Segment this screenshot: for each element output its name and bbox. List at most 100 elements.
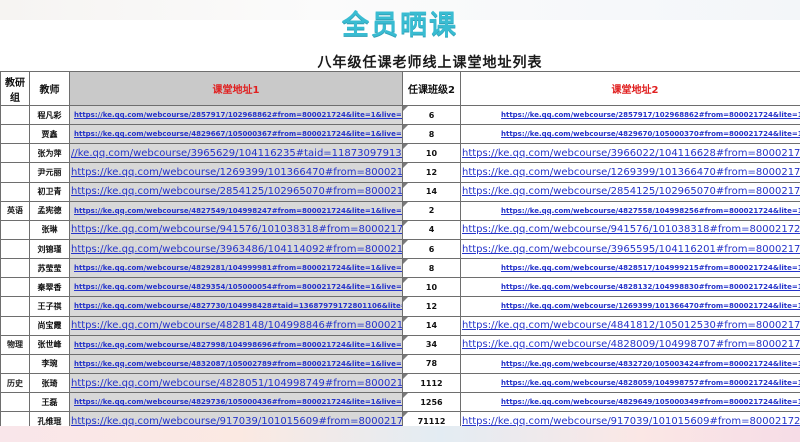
class-cell: 2 — [402, 200, 461, 221]
url2-cell: https://ke.qq.com/webcourse/3965595/1041… — [460, 238, 800, 260]
url2-cell: https://ke.qq.com/webcourse/4828059/1049… — [460, 372, 800, 394]
classroom-link-1[interactable]: https://ke.qq.com/webcourse/4829281/1049… — [71, 264, 402, 272]
group-cell — [0, 124, 30, 145]
comment-marker-icon — [403, 259, 408, 265]
url2-cell: https://ke.qq.com/webcourse/941576/10103… — [460, 219, 800, 240]
classroom-link-1[interactable]: https://ke.qq.com/webcourse/4829736/1050… — [71, 398, 402, 406]
classroom-link-2[interactable]: https://ke.qq.com/webcourse/4841812/1050… — [462, 320, 800, 331]
classroom-link-1[interactable]: https://ke.qq.com/webcourse/4827549/1049… — [71, 207, 402, 215]
sheet-title: 八年级任课老师线上课堂地址列表 — [317, 55, 543, 71]
teacher-cell: 王子祺 — [29, 296, 70, 317]
class-number: 1112 — [420, 378, 443, 388]
classroom-link-1[interactable]: https://ke.qq.com/webcourse/4827730/1049… — [71, 302, 402, 310]
url1-cell: https://ke.qq.com/webcourse/2854125/1029… — [69, 181, 403, 202]
header-row: 教研组 教师 课堂地址1 任课班级2 课堂地址2 — [0, 71, 800, 106]
class-number: 8 — [428, 263, 435, 273]
table-row: 张琳 https://ke.qq.com/webcourse/941576/101… — [0, 219, 800, 240]
classroom-link-1[interactable]: //ke.qq.com/webcourse/3965629/104116235#… — [71, 148, 402, 159]
class-number: 4 — [428, 225, 435, 235]
classroom-link-2[interactable]: https://ke.qq.com/webcourse/941576/10103… — [462, 224, 800, 235]
classroom-link-2[interactable]: https://ke.qq.com/webcourse/4827558/1049… — [462, 207, 800, 215]
comment-marker-icon — [403, 355, 408, 360]
classroom-link-2[interactable]: https://ke.qq.com/webcourse/4828009/1049… — [462, 339, 800, 350]
class-number: 12 — [425, 167, 438, 177]
classroom-link-1[interactable]: https://ke.qq.com/webcourse/4829354/1050… — [71, 283, 402, 291]
url1-cell: https://ke.qq.com/webcourse/4829667/1050… — [69, 124, 403, 145]
classroom-link-1[interactable]: https://ke.qq.com/webcourse/941576/10103… — [71, 224, 402, 235]
group-cell — [0, 143, 30, 164]
classroom-link-1[interactable]: https://ke.qq.com/webcourse/4827998/1049… — [71, 341, 402, 349]
table-row: 贾鑫 https://ke.qq.com/webcourse/4829667/10… — [0, 124, 800, 145]
class-cell: 6 — [402, 104, 461, 126]
classroom-link-2[interactable]: https://ke.qq.com/webcourse/2854125/1029… — [462, 186, 800, 197]
class-number: 2 — [428, 206, 435, 216]
group-cell — [0, 258, 30, 279]
teacher-classroom-table: 教研组 教师 课堂地址1 任课班级2 课堂地址2 程凡彩 https://ke.q… — [0, 71, 800, 432]
url2-cell: https://ke.qq.com/webcourse/4828009/1049… — [460, 334, 800, 355]
class-number: 12 — [425, 301, 438, 311]
classroom-link-1[interactable]: https://ke.qq.com/webcourse/4829667/1050… — [71, 130, 402, 138]
teacher-cell: 尚宝霞 — [29, 315, 70, 336]
classroom-link-2[interactable]: https://ke.qq.com/webcourse/4828059/1049… — [462, 379, 800, 387]
class-cell: 10 — [402, 143, 461, 164]
classroom-link-1[interactable]: https://ke.qq.com/webcourse/4832087/1050… — [71, 360, 402, 368]
classroom-link-2[interactable]: https://ke.qq.com/webcourse/4832720/1050… — [462, 360, 800, 368]
group-cell — [0, 219, 30, 240]
class-number: 6 — [428, 110, 435, 120]
comment-marker-icon — [403, 125, 408, 131]
classroom-link-2[interactable]: https://ke.qq.com/webcourse/4829649/1050… — [462, 398, 800, 406]
url2-cell: https://ke.qq.com/webcourse/4828517/1049… — [460, 258, 800, 279]
group-cell — [0, 392, 30, 413]
url2-cell: https://ke.qq.com/webcourse/4828132/1049… — [460, 277, 800, 298]
classroom-link-2[interactable]: https://ke.qq.com/webcourse/4829670/1050… — [462, 130, 800, 138]
url2-cell: https://ke.qq.com/webcourse/4832720/1050… — [460, 353, 800, 374]
group-cell: 历史 — [0, 372, 30, 394]
teacher-cell: 张琦 — [29, 372, 70, 394]
classroom-link-1[interactable]: https://ke.qq.com/webcourse/4828148/1049… — [71, 320, 402, 331]
url1-cell: https://ke.qq.com/webcourse/941576/10103… — [69, 219, 403, 240]
classroom-link-1[interactable]: https://ke.qq.com/webcourse/4828051/1049… — [71, 378, 402, 389]
classroom-link-2[interactable]: https://ke.qq.com/webcourse/4828132/1049… — [462, 283, 800, 291]
teacher-cell: 初卫青 — [29, 181, 70, 202]
teacher-cell: 张琳 — [29, 219, 70, 240]
group-cell — [0, 104, 30, 126]
table-row: 程凡彩 https://ke.qq.com/webcourse/2857917/1… — [0, 104, 800, 126]
classroom-link-2[interactable]: https://ke.qq.com/webcourse/3966022/1041… — [462, 148, 800, 159]
class-cell: 10 — [402, 277, 461, 298]
banner: 全员晒课 — [0, 0, 800, 46]
group-cell — [0, 353, 30, 374]
url2-cell: https://ke.qq.com/webcourse/2854125/1029… — [460, 181, 800, 202]
classroom-link-1[interactable]: https://ke.qq.com/webcourse/917039/10101… — [71, 416, 402, 427]
classroom-link-2[interactable]: https://ke.qq.com/webcourse/917039/10101… — [462, 416, 800, 427]
comment-marker-icon — [403, 278, 408, 284]
teacher-cell: 王磊 — [29, 392, 70, 413]
teacher-cell: 李琬 — [29, 353, 70, 374]
class-number: 14 — [425, 187, 438, 197]
classroom-link-1[interactable]: https://ke.qq.com/webcourse/2857917/1029… — [71, 111, 402, 119]
class-cell: 8 — [402, 124, 461, 145]
comment-marker-icon — [403, 144, 408, 150]
classroom-link-2[interactable]: https://ke.qq.com/webcourse/1269399/1013… — [462, 167, 800, 178]
classroom-link-1[interactable]: https://ke.qq.com/webcourse/1269399/1013… — [71, 167, 402, 178]
comment-marker-icon — [403, 317, 408, 322]
url2-cell: https://ke.qq.com/webcourse/4827558/1049… — [460, 200, 800, 221]
classroom-link-2[interactable]: https://ke.qq.com/webcourse/2857917/1029… — [462, 111, 800, 119]
url2-cell: https://ke.qq.com/webcourse/3966022/1041… — [460, 143, 800, 164]
comment-marker-icon — [403, 393, 408, 399]
classroom-link-2[interactable]: https://ke.qq.com/webcourse/3965595/1041… — [462, 244, 800, 255]
comment-marker-icon — [403, 106, 408, 111]
comment-marker-icon — [403, 336, 408, 341]
classroom-link-2[interactable]: https://ke.qq.com/webcourse/1269399/1013… — [462, 302, 800, 310]
url2-cell: https://ke.qq.com/webcourse/4841812/1050… — [460, 315, 800, 336]
classroom-link-1[interactable]: https://ke.qq.com/webcourse/3963486/1041… — [71, 244, 402, 255]
class-cell: 14 — [402, 315, 461, 336]
url1-cell: https://ke.qq.com/webcourse/917039/10101… — [69, 411, 403, 432]
classroom-link-1[interactable]: https://ke.qq.com/webcourse/2854125/1029… — [71, 186, 402, 197]
classroom-link-2[interactable]: https://ke.qq.com/webcourse/4828517/1049… — [462, 264, 800, 272]
table-row: 尚宝霞 https://ke.qq.com/webcourse/4828148/1… — [0, 315, 800, 336]
class-number: 71112 — [417, 416, 446, 426]
teacher-cell: 孔维琨 — [29, 411, 70, 432]
teacher-cell: 贾鑫 — [29, 124, 70, 145]
url1-cell: https://ke.qq.com/webcourse/4828051/1049… — [69, 372, 403, 394]
class-number: 6 — [428, 244, 435, 254]
